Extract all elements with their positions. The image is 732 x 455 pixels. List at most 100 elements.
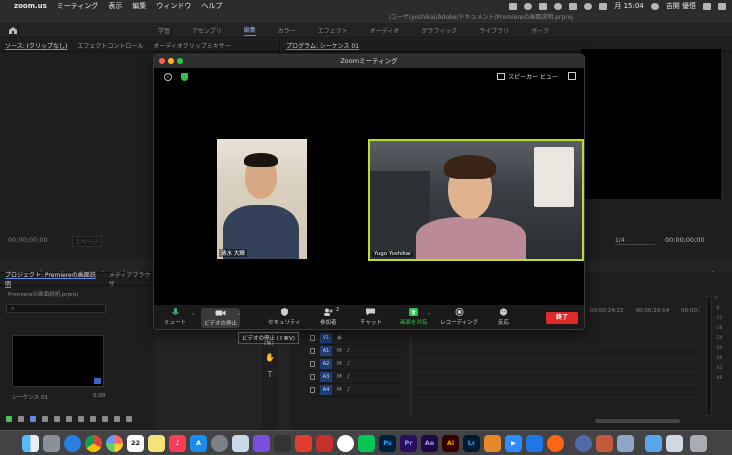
workspace-tab[interactable]: カラー xyxy=(278,26,296,35)
new-bin-icon[interactable] xyxy=(102,416,108,422)
timeline-tracks[interactable] xyxy=(410,332,696,420)
workspace-tab[interactable]: エフェクト xyxy=(318,26,348,35)
close-icon[interactable] xyxy=(159,58,165,64)
dropbox-icon[interactable] xyxy=(539,2,548,10)
zoom-app-icon[interactable]: ▶ xyxy=(505,435,522,452)
mute-options-caret-icon[interactable]: ⌃ xyxy=(191,313,195,319)
mute-button[interactable]: ミュート xyxy=(164,308,186,326)
trash-icon[interactable] xyxy=(126,416,132,422)
firefox-icon[interactable] xyxy=(547,435,564,452)
image-capture-icon[interactable] xyxy=(617,435,634,452)
menubar-clock[interactable]: 月 15:04 xyxy=(614,1,643,11)
tab-media-browser[interactable]: メディアブラウザ xyxy=(109,270,155,288)
program-fit-select[interactable]: 1/4 xyxy=(615,237,655,245)
photos-icon[interactable] xyxy=(106,435,123,452)
lock-icon[interactable] xyxy=(310,348,315,354)
mic-icon[interactable]: ♪ xyxy=(347,374,351,380)
workspace-tab[interactable]: ライブラリ xyxy=(479,26,509,35)
launchpad-icon[interactable] xyxy=(43,435,60,452)
app-icon[interactable] xyxy=(596,435,613,452)
security-button[interactable]: セキュリティ xyxy=(268,308,301,326)
battery-icon[interactable] xyxy=(599,2,608,10)
sort-icon[interactable] xyxy=(66,416,72,422)
zoom-titlebar[interactable]: Zoomミーティング xyxy=(154,55,584,68)
illustrator-icon[interactable]: Ai xyxy=(442,435,459,452)
find-icon[interactable] xyxy=(90,416,96,422)
music-icon[interactable]: ♪ xyxy=(169,435,186,452)
track-name[interactable]: V1 xyxy=(320,333,332,343)
wifi-icon[interactable] xyxy=(584,2,593,10)
icon-view-icon[interactable] xyxy=(30,416,36,422)
mute-track-icon[interactable]: M xyxy=(337,361,342,367)
list-view-icon[interactable] xyxy=(18,416,24,422)
tab-audio-mixer[interactable]: オーディオクリップミキサー xyxy=(153,41,230,50)
track-header-v1[interactable]: V1 ◉ xyxy=(310,332,400,345)
track-header-a3[interactable]: A3 M ♪ xyxy=(310,371,400,384)
tab-project[interactable]: プロジェクト: Premiereの画面説明 xyxy=(5,270,99,288)
collage-icon[interactable] xyxy=(337,435,354,452)
menu-extras-icon[interactable] xyxy=(718,2,726,10)
hand-tool-icon[interactable]: ✋ xyxy=(265,353,275,362)
chat-button[interactable]: チャット xyxy=(360,308,382,326)
mute-track-icon[interactable]: M xyxy=(337,348,342,354)
chrome-icon[interactable] xyxy=(85,435,102,452)
stop-video-button[interactable]: ビデオの停止 xyxy=(201,308,241,328)
record-button[interactable]: レコーディング xyxy=(440,308,478,326)
search-icon[interactable] xyxy=(703,2,711,10)
menu-window[interactable]: ウィンドウ xyxy=(156,1,191,11)
lightroom-icon[interactable]: Lr xyxy=(463,435,480,452)
source-page-select[interactable]: 1ページ xyxy=(72,236,102,247)
mic-icon[interactable]: ♪ xyxy=(347,361,351,367)
evernote-icon[interactable] xyxy=(509,2,518,10)
track-header-a4[interactable]: A4 M ♪ xyxy=(310,384,400,397)
reaction-button[interactable]: 反応 xyxy=(498,308,509,326)
mic-icon[interactable]: ♪ xyxy=(347,348,351,354)
info-icon[interactable]: i xyxy=(164,73,172,81)
automate-icon[interactable] xyxy=(78,416,84,422)
downloads-folder-icon[interactable] xyxy=(645,435,662,452)
track-name[interactable]: A1 xyxy=(320,346,332,356)
timeline-ruler[interactable]: 00;00;24;23 00;00;29;14 00;00;33;1 xyxy=(590,308,711,314)
participants-button[interactable]: 参加者 xyxy=(320,308,337,326)
share-options-caret-icon[interactable]: ⌃ xyxy=(427,313,431,319)
creative-cloud-dock-icon[interactable] xyxy=(295,435,312,452)
lock-icon[interactable] xyxy=(310,335,315,341)
lock-icon[interactable] xyxy=(310,374,315,380)
freeform-view-icon[interactable] xyxy=(42,416,48,422)
mute-track-icon[interactable]: M xyxy=(337,387,342,393)
track-name[interactable]: A4 xyxy=(320,385,332,395)
menubar-user[interactable]: 吉開 優悟 xyxy=(666,1,696,11)
workspace-tab[interactable]: 学習 xyxy=(158,26,170,35)
tab-program[interactable]: プログラム: シーケンス 01 xyxy=(286,41,359,50)
menu-meeting[interactable]: ミーティング xyxy=(57,1,99,11)
after-effects-icon[interactable]: Ae xyxy=(421,435,438,452)
clip-name[interactable]: シーケンス 01 xyxy=(12,393,48,401)
program-timecode[interactable]: 00;00;00;00 xyxy=(665,236,705,244)
workspace-tab-active[interactable]: 編集 xyxy=(243,25,256,36)
user-icon[interactable] xyxy=(650,2,659,10)
lock-icon[interactable] xyxy=(310,387,315,393)
workspace-tab[interactable]: オーディオ xyxy=(370,26,400,35)
photoshop-icon[interactable]: Ps xyxy=(379,435,396,452)
creative-cloud-icon[interactable] xyxy=(524,2,533,10)
premiere-pro-icon[interactable]: Pr xyxy=(400,435,417,452)
calendar-icon[interactable]: 22 xyxy=(127,435,144,452)
end-meeting-button[interactable]: 終了 xyxy=(546,312,578,324)
project-search-input[interactable]: ⌕ xyxy=(6,304,106,313)
clapper-icon[interactable] xyxy=(274,435,291,452)
app-name-menu[interactable]: zoom.us xyxy=(14,2,47,10)
workspace-tab[interactable]: グラフィック xyxy=(421,26,457,35)
minimize-icon[interactable] xyxy=(168,58,174,64)
zoom-slider-icon[interactable] xyxy=(54,416,60,422)
line-icon[interactable] xyxy=(358,435,375,452)
video-options-caret-icon[interactable]: ⌃ xyxy=(237,313,241,319)
encryption-shield-icon[interactable] xyxy=(181,73,188,81)
menu-help[interactable]: ヘルプ xyxy=(201,1,222,11)
final-cut-icon[interactable] xyxy=(253,435,270,452)
track-name[interactable]: A3 xyxy=(320,372,332,382)
track-name[interactable]: A2 xyxy=(320,359,332,369)
maximize-icon[interactable] xyxy=(177,58,183,64)
system-preferences-icon[interactable] xyxy=(211,435,228,452)
workspace-tab[interactable]: アセンブリ xyxy=(192,26,222,35)
trash-dock-icon[interactable] xyxy=(690,435,707,452)
